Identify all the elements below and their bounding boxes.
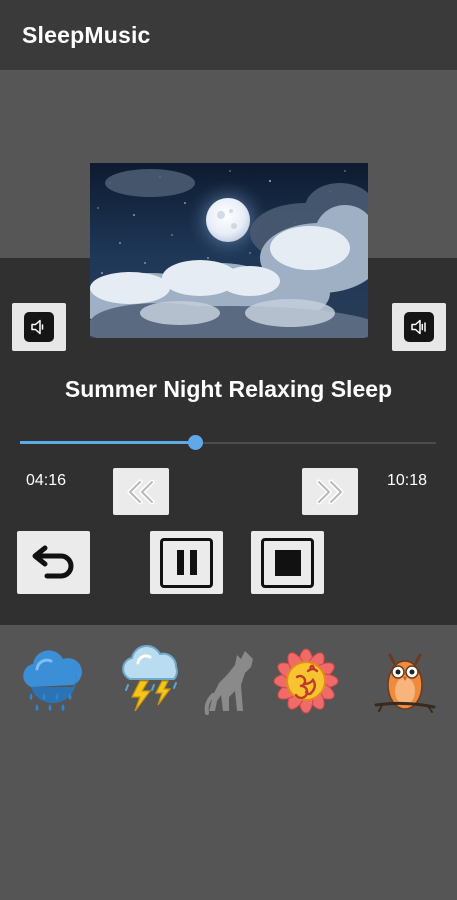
- app-title: SleepMusic: [22, 22, 151, 48]
- rewind-button[interactable]: [113, 468, 169, 515]
- volume-up-icon: [404, 312, 434, 342]
- sound-thunderstorm-button[interactable]: [118, 644, 186, 722]
- fast-forward-icon: [316, 479, 344, 504]
- pause-button[interactable]: [150, 531, 223, 594]
- total-duration: 10:18: [387, 472, 428, 489]
- howling-wolf-icon: [204, 651, 253, 715]
- seek-bar[interactable]: [20, 434, 436, 452]
- sound-om-button[interactable]: [272, 645, 340, 722]
- volume-down-button[interactable]: [12, 303, 66, 351]
- rewind-icon: [127, 479, 155, 504]
- thunderstorm-icon: [122, 644, 178, 712]
- owl-icon: [374, 653, 436, 713]
- app-bar: SleepMusic: [0, 0, 457, 70]
- volume-down-icon: [24, 312, 54, 342]
- pause-icon: [160, 537, 213, 588]
- repeat-icon: [32, 545, 73, 578]
- elapsed-time: 04:16: [26, 472, 67, 489]
- stop-button[interactable]: [251, 531, 324, 594]
- repeat-button[interactable]: [17, 531, 90, 594]
- fast-forward-button[interactable]: [302, 468, 358, 515]
- moon-clouds-image: [90, 163, 368, 338]
- seek-progress: [20, 441, 195, 444]
- stop-icon: [261, 537, 314, 588]
- rain-cloud-icon: [23, 650, 82, 711]
- sound-wolf-button[interactable]: [201, 645, 257, 722]
- om-lotus-icon: [273, 648, 339, 714]
- track-title: Summer Night Relaxing Sleep: [64, 376, 393, 402]
- volume-up-button[interactable]: [392, 303, 446, 351]
- sound-owl-button[interactable]: [372, 645, 438, 722]
- sound-rain-button[interactable]: [17, 645, 85, 722]
- seek-thumb[interactable]: [187, 435, 203, 450]
- track-artwork: [90, 163, 368, 338]
